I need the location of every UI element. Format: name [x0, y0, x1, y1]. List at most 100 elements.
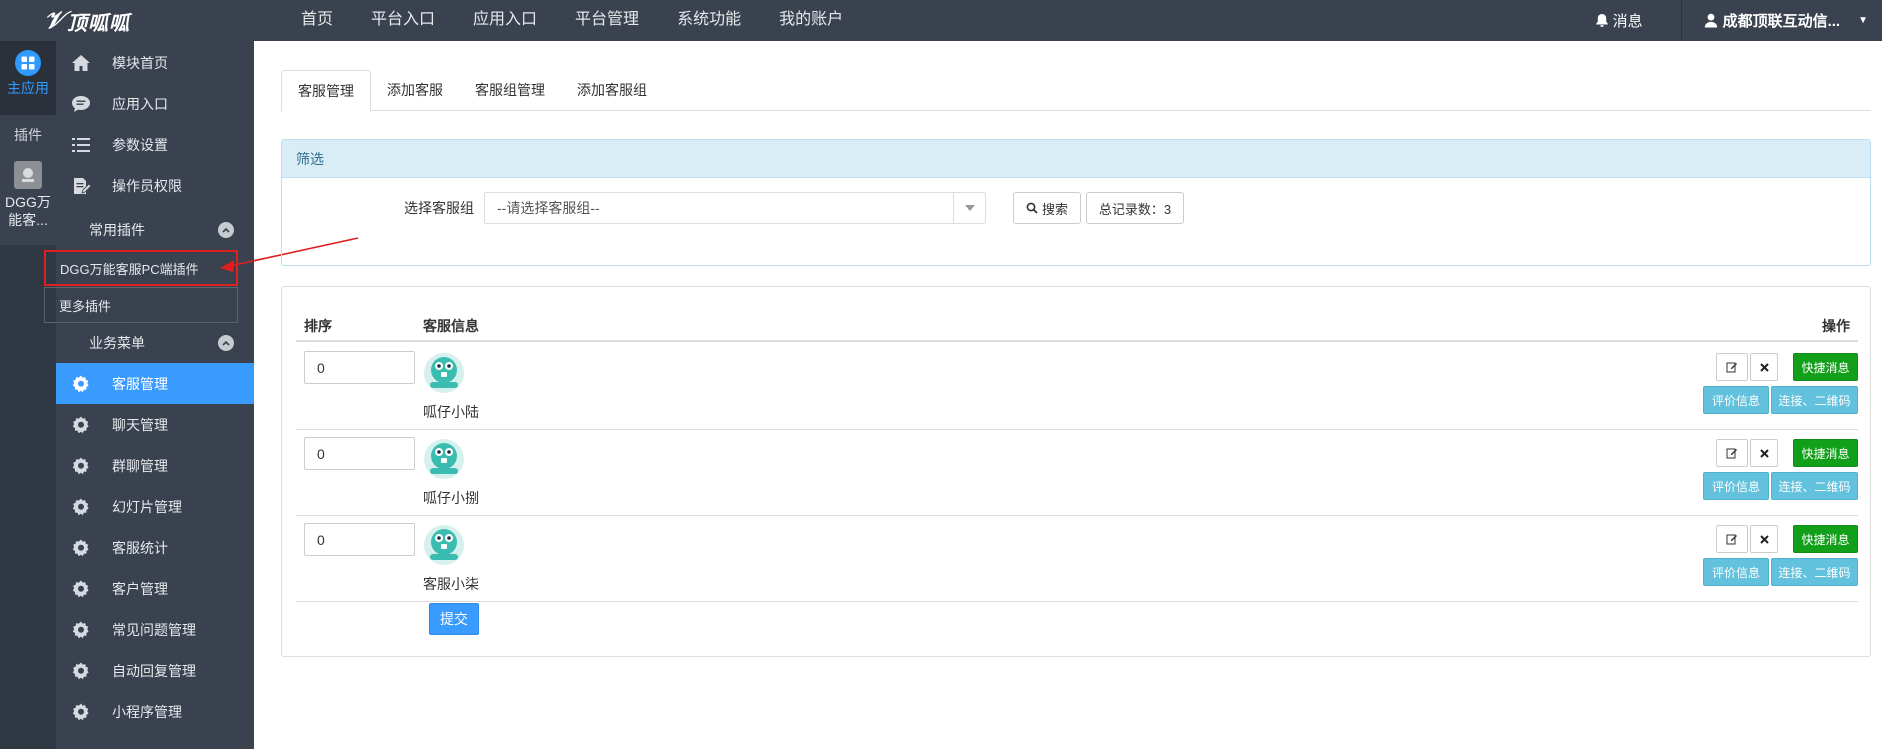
- caret-down-icon: ▼: [1858, 15, 1868, 26]
- nav-home[interactable]: 首页: [282, 0, 352, 41]
- logo-mark-icon: 𝒱: [44, 7, 65, 34]
- order-input[interactable]: [304, 351, 415, 384]
- sidebar-group-common-plugins[interactable]: 常用插件: [56, 210, 254, 250]
- sidebar-item-miniprogram-manage[interactable]: 小程序管理: [56, 691, 254, 732]
- messages-link[interactable]: 消息: [1595, 10, 1643, 31]
- sidebar-item-operator-permissions[interactable]: 操作员权限: [56, 165, 254, 206]
- cs-group-select-value: --请选择客服组--: [497, 200, 600, 216]
- sidebar-item-label: 模块首页: [112, 54, 168, 71]
- sidebar-item-slides-manage[interactable]: 幻灯片管理: [56, 486, 254, 527]
- cs-avatar-icon: [424, 525, 464, 565]
- tab-cs-group-manage[interactable]: 客服组管理: [459, 70, 561, 111]
- edit-button[interactable]: [1716, 525, 1748, 553]
- sidebar-item-label: 常见问题管理: [112, 621, 196, 638]
- sidebar-item-auto-reply-manage[interactable]: 自动回复管理: [56, 650, 254, 691]
- gear-icon: [70, 537, 92, 559]
- delete-button[interactable]: [1750, 439, 1778, 467]
- nav-app-entry[interactable]: 应用入口: [454, 0, 556, 41]
- submit-button[interactable]: 提交: [429, 603, 479, 635]
- rail-main-app[interactable]: 主应用: [0, 41, 56, 115]
- sidebar-item-faq-manage[interactable]: 常见问题管理: [56, 609, 254, 650]
- quick-message-button[interactable]: 快捷消息: [1793, 525, 1858, 553]
- rating-info-button[interactable]: 评价信息: [1703, 472, 1769, 500]
- delete-button[interactable]: [1750, 525, 1778, 553]
- caret-down-icon: [953, 193, 985, 223]
- chevron-up-icon[interactable]: [218, 222, 234, 238]
- bell-icon: [1595, 14, 1608, 27]
- sidebar-group-business-menu[interactable]: 业务菜单: [56, 323, 254, 363]
- tab-cs-manage[interactable]: 客服管理: [281, 70, 371, 112]
- gear-icon: [70, 496, 92, 518]
- nav-platform-manage[interactable]: 平台管理: [556, 0, 658, 41]
- rail-plugin[interactable]: 插件: [0, 115, 56, 155]
- sidebar-item-group-chat-manage[interactable]: 群聊管理: [56, 445, 254, 486]
- gear-icon: [70, 701, 92, 723]
- link-qrcode-button[interactable]: 连接、二维码: [1771, 472, 1858, 500]
- link-qrcode-button[interactable]: 连接、二维码: [1771, 558, 1858, 586]
- search-icon: [1026, 202, 1038, 214]
- plugin-item-more[interactable]: 更多插件: [44, 287, 238, 323]
- sidebar-group-label: 业务菜单: [89, 335, 145, 351]
- account-name: 成都顶联互动信...: [1722, 13, 1841, 30]
- plugin-item-label: DGG万能客服PC端插件: [60, 261, 199, 277]
- chat-bubble-icon: [70, 93, 92, 115]
- rating-info-button[interactable]: 评价信息: [1703, 558, 1769, 586]
- cs-name: 客服小柒: [423, 576, 479, 592]
- order-input[interactable]: [304, 437, 415, 470]
- gear-icon: [70, 414, 92, 436]
- plugin-item-label: 更多插件: [59, 298, 112, 314]
- link-qrcode-button[interactable]: 连接、二维码: [1771, 386, 1858, 414]
- gear-icon: [70, 455, 92, 477]
- edit-button[interactable]: [1716, 439, 1748, 467]
- sidebar-item-label: 参数设置: [112, 136, 168, 153]
- table-row: 呱仔小捌 快捷消息 评价信息 连接、二维码: [296, 430, 1858, 516]
- tab-add-cs-group[interactable]: 添加客服组: [561, 70, 663, 111]
- delete-button[interactable]: [1750, 353, 1778, 381]
- close-icon: [1759, 362, 1769, 372]
- sidebar-item-app-entry[interactable]: 应用入口: [56, 83, 254, 124]
- top-nav: 首页 平台入口 应用入口 平台管理 系统功能 我的账户: [282, 0, 862, 41]
- logo[interactable]: 𝒱 顶呱呱: [44, 6, 130, 36]
- edit-icon: [1726, 362, 1737, 373]
- app-rail: 主应用 插件 DGG万 能客...: [0, 41, 56, 749]
- sidebar-item-chat-manage[interactable]: 聊天管理: [56, 404, 254, 445]
- user-icon: [1704, 13, 1717, 28]
- sidebar-item-label: 客服管理: [112, 375, 168, 392]
- order-input[interactable]: [304, 523, 415, 556]
- rail-dgg-label-2: 能客...: [8, 212, 48, 228]
- quick-message-button[interactable]: 快捷消息: [1793, 353, 1858, 381]
- header-cs-info: 客服信息: [423, 318, 479, 334]
- dgg-plugin-thumbnail-icon: [14, 161, 42, 189]
- total-records: 总记录数：3: [1086, 192, 1184, 224]
- plugin-item-dgg-pc[interactable]: DGG万能客服PC端插件: [44, 250, 238, 286]
- cs-group-label: 选择客服组: [404, 200, 474, 216]
- rating-info-button[interactable]: 评价信息: [1703, 386, 1769, 414]
- table-header: 排序 客服信息 操作: [296, 307, 1858, 342]
- chevron-up-icon[interactable]: [218, 335, 234, 351]
- sidebar-item-label: 群聊管理: [112, 457, 168, 474]
- sidebar-item-cs-stats[interactable]: 客服统计: [56, 527, 254, 568]
- tab-bar: 客服管理 添加客服 客服组管理 添加客服组: [281, 70, 1871, 112]
- close-icon: [1759, 534, 1769, 544]
- quick-message-button[interactable]: 快捷消息: [1793, 439, 1858, 467]
- sidebar-item-customer-manage[interactable]: 客户管理: [56, 568, 254, 609]
- sidebar-item-label: 自动回复管理: [112, 662, 196, 679]
- nav-system-functions[interactable]: 系统功能: [658, 0, 760, 41]
- sidebar-item-cs-manage[interactable]: 客服管理: [56, 363, 254, 404]
- gear-icon: [70, 619, 92, 641]
- account-menu[interactable]: 成都顶联互动信... ▼: [1680, 0, 1882, 41]
- sidebar-item-label: 幻灯片管理: [112, 498, 182, 515]
- cs-group-select[interactable]: --请选择客服组--: [484, 192, 986, 224]
- nav-my-account[interactable]: 我的账户: [760, 0, 862, 41]
- close-icon: [1759, 448, 1769, 458]
- tab-add-cs[interactable]: 添加客服: [371, 70, 459, 111]
- rail-dgg-plugin[interactable]: DGG万 能客...: [0, 155, 56, 245]
- rail-dgg-label-1: DGG万: [5, 194, 51, 210]
- sidebar-item-module-home[interactable]: 模块首页: [56, 42, 254, 83]
- search-button[interactable]: 搜索: [1013, 192, 1081, 224]
- edit-button[interactable]: [1716, 353, 1748, 381]
- sidebar-item-settings[interactable]: 参数设置: [56, 124, 254, 165]
- top-right: 消息 成都顶联互动信... ▼: [1595, 0, 1882, 41]
- list-icon: [70, 134, 92, 156]
- nav-platform-entry[interactable]: 平台入口: [352, 0, 454, 41]
